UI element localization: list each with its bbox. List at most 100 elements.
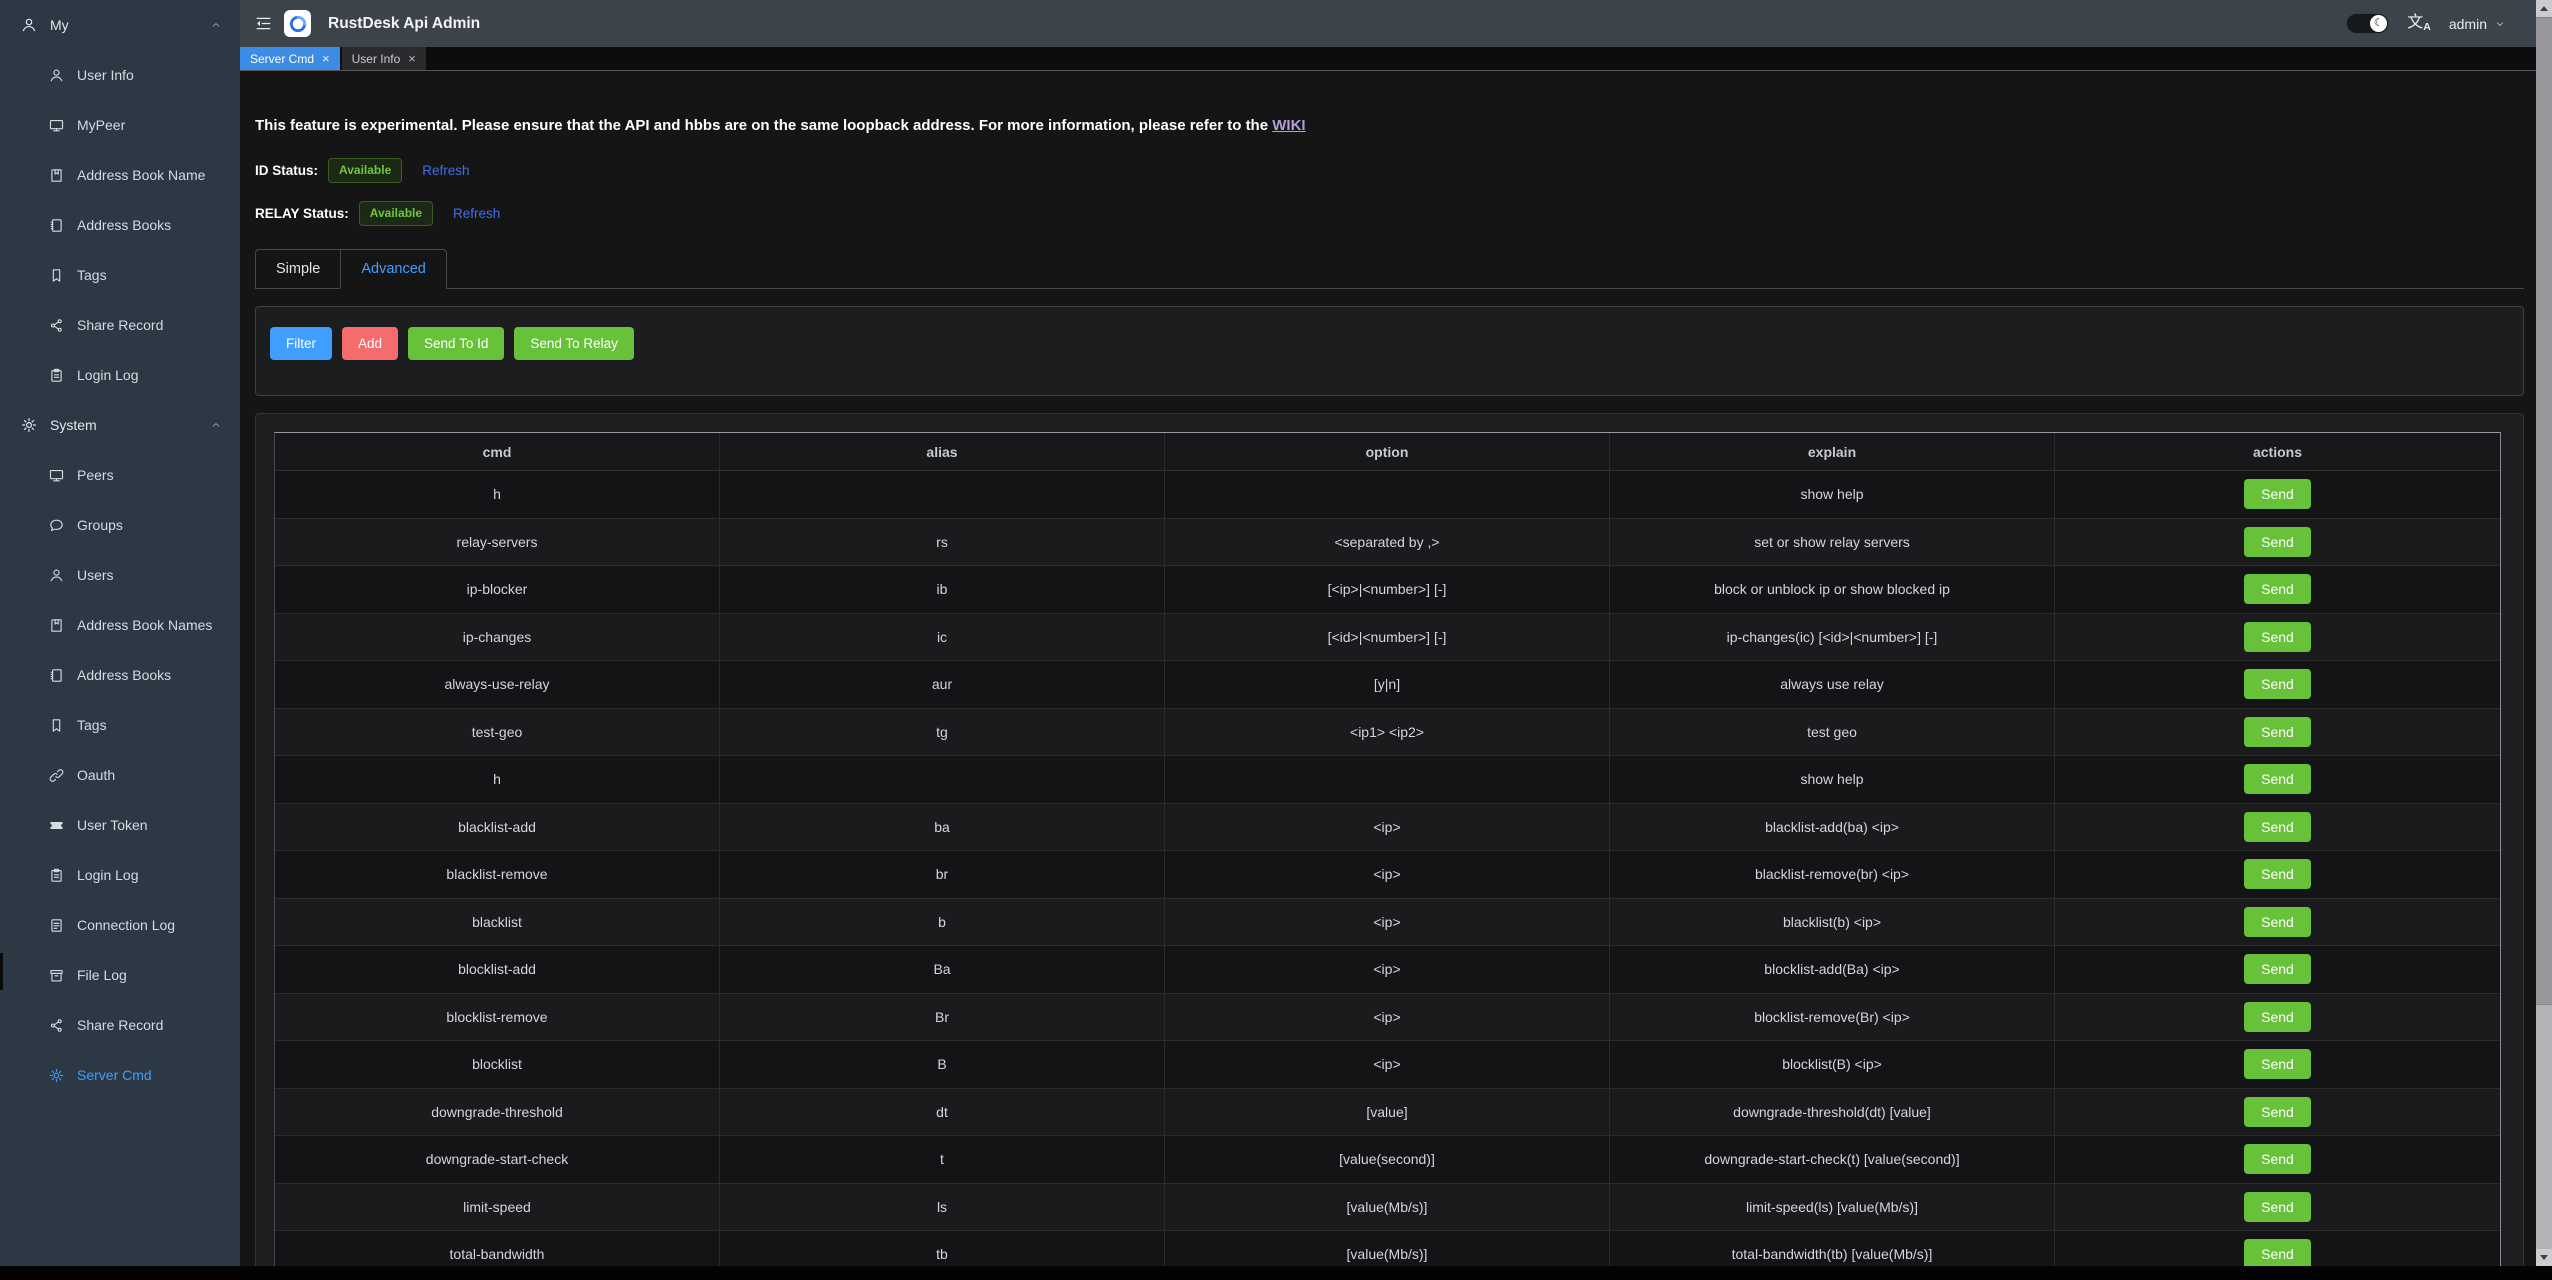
monitor-icon xyxy=(48,467,65,484)
cell-explain: total-bandwidth(tb) [value(Mb/s)] xyxy=(1610,1231,2055,1266)
cell-alias xyxy=(720,471,1165,519)
scroll-down-button[interactable] xyxy=(2536,1249,2552,1266)
sidebar: My User Info MyPeer Address Book Name Ad… xyxy=(0,0,240,1266)
cell-actions: Send xyxy=(2055,1041,2500,1089)
scrollbar-thumb[interactable] xyxy=(2536,17,2552,1005)
send-button[interactable]: Send xyxy=(2244,1192,2311,1222)
send-button[interactable]: Send xyxy=(2244,954,2311,984)
send-button[interactable]: Send xyxy=(2244,764,2311,794)
send-button[interactable]: Send xyxy=(2244,907,2311,937)
cell-cmd: blocklist-add xyxy=(275,946,720,994)
table-row: downgrade-threshold dt [value] downgrade… xyxy=(275,1089,2500,1137)
chevron-up-icon xyxy=(210,419,222,431)
theme-toggle[interactable]: ☾ xyxy=(2346,13,2389,34)
cell-explain: set or show relay servers xyxy=(1610,519,2055,567)
cell-alias: ls xyxy=(720,1184,1165,1232)
sidebar-item-mypeer[interactable]: MyPeer xyxy=(0,100,240,150)
sidebar-item-file-log[interactable]: File Log xyxy=(0,950,240,1000)
table-row: relay-servers rs <separated by ,> set or… xyxy=(275,519,2500,567)
sidebar-item-oauth[interactable]: Oauth xyxy=(0,750,240,800)
send-button[interactable]: Send xyxy=(2244,527,2311,557)
wiki-link[interactable]: WIKI xyxy=(1272,117,1305,134)
send-button[interactable]: Send xyxy=(2244,574,2311,604)
user-menu[interactable]: admin xyxy=(2449,16,2506,32)
cell-explain: show help xyxy=(1610,471,2055,519)
sidebar-item-server-cmd[interactable]: Server Cmd xyxy=(0,1050,240,1100)
cell-alias: ib xyxy=(720,566,1165,614)
view-mode-tabs: SimpleAdvanced xyxy=(255,249,2524,289)
send-to-id-button[interactable]: Send To Id xyxy=(408,327,504,360)
table-row: blocklist-remove Br <ip> blocklist-remov… xyxy=(275,994,2500,1042)
cell-option: [value(Mb/s)] xyxy=(1165,1184,1610,1232)
scroll-up-button[interactable] xyxy=(2536,0,2552,17)
table-row: blacklist-add ba <ip> blacklist-add(ba) … xyxy=(275,804,2500,852)
sidebar-item-address-book-name[interactable]: Address Book Name xyxy=(0,150,240,200)
cell-cmd: downgrade-threshold xyxy=(275,1089,720,1137)
sidebar-item-peers[interactable]: Peers xyxy=(0,450,240,500)
sidebar-item-address-books[interactable]: Address Books xyxy=(0,650,240,700)
notebook-icon xyxy=(48,667,65,684)
cell-option: <ip> xyxy=(1165,851,1610,899)
sidebar-item-groups[interactable]: Groups xyxy=(0,500,240,550)
add-button[interactable]: Add xyxy=(342,327,398,360)
sidebar-item-user-info[interactable]: User Info xyxy=(0,50,240,100)
relay-status-refresh-link[interactable]: Refresh xyxy=(453,206,500,221)
vertical-scrollbar[interactable] xyxy=(2536,0,2552,1266)
sidebar-item-tags[interactable]: Tags xyxy=(0,250,240,300)
notebook-icon xyxy=(48,217,65,234)
sidebar-item-connection-log[interactable]: Connection Log xyxy=(0,900,240,950)
experimental-notice: This feature is experimental. Please ens… xyxy=(255,117,2524,134)
view-tab-advanced[interactable]: Advanced xyxy=(340,249,447,289)
cell-explain: always use relay xyxy=(1610,661,2055,709)
sidebar-item-address-books[interactable]: Address Books xyxy=(0,200,240,250)
cell-alias: dt xyxy=(720,1089,1165,1137)
relay-status-label: RELAY Status: xyxy=(255,206,349,221)
sidebar-item-tags[interactable]: Tags xyxy=(0,700,240,750)
up-arrow-icon xyxy=(2540,6,2548,11)
send-button[interactable]: Send xyxy=(2244,812,2311,842)
filter-button[interactable]: Filter xyxy=(270,327,332,360)
send-button[interactable]: Send xyxy=(2244,479,2311,509)
table-row: blacklist-remove br <ip> blacklist-remov… xyxy=(275,851,2500,899)
send-button[interactable]: Send xyxy=(2244,622,2311,652)
cell-cmd: downgrade-start-check xyxy=(275,1136,720,1184)
book-icon xyxy=(48,167,65,184)
send-to-relay-button[interactable]: Send To Relay xyxy=(514,327,634,360)
id-status-refresh-link[interactable]: Refresh xyxy=(422,163,469,178)
sidebar-item-login-log[interactable]: Login Log xyxy=(0,850,240,900)
send-button[interactable]: Send xyxy=(2244,859,2311,889)
send-button[interactable]: Send xyxy=(2244,669,2311,699)
sidebar-section-system[interactable]: System xyxy=(0,400,240,450)
cell-cmd: relay-servers xyxy=(275,519,720,567)
book-icon xyxy=(48,617,65,634)
table-row: blocklist B <ip> blocklist(B) <ip> Send xyxy=(275,1041,2500,1089)
cell-actions: Send xyxy=(2055,709,2500,757)
send-button[interactable]: Send xyxy=(2244,1239,2311,1266)
table-row: test-geo tg <ip1> <ip2> test geo Send xyxy=(275,709,2500,757)
cell-cmd: h xyxy=(275,756,720,804)
fold-menu-icon[interactable] xyxy=(254,14,273,33)
sidebar-item-user-token[interactable]: User Token xyxy=(0,800,240,850)
tab-close-icon[interactable]: × xyxy=(408,52,416,65)
sidebar-item-share-record[interactable]: Share Record xyxy=(0,300,240,350)
cell-actions: Send xyxy=(2055,899,2500,947)
send-button[interactable]: Send xyxy=(2244,1049,2311,1079)
sidebar-section-my[interactable]: My xyxy=(0,0,240,50)
page-tab-user-info[interactable]: User Info × xyxy=(342,47,426,70)
page-tab-server-cmd[interactable]: Server Cmd × xyxy=(240,47,340,70)
send-button[interactable]: Send xyxy=(2244,1097,2311,1127)
table-card: cmdaliasoptionexplainactions h show help… xyxy=(255,413,2524,1266)
send-button[interactable]: Send xyxy=(2244,717,2311,747)
sidebar-item-login-log[interactable]: Login Log xyxy=(0,350,240,400)
sidebar-item-share-record[interactable]: Share Record xyxy=(0,1000,240,1050)
sidebar-item-users[interactable]: Users xyxy=(0,550,240,600)
cell-cmd: total-bandwidth xyxy=(275,1231,720,1266)
translate-icon[interactable]: 文A xyxy=(2407,15,2431,33)
view-tab-simple[interactable]: Simple xyxy=(255,249,340,289)
send-button[interactable]: Send xyxy=(2244,1002,2311,1032)
send-button[interactable]: Send xyxy=(2244,1144,2311,1174)
sidebar-item-address-book-names[interactable]: Address Book Names xyxy=(0,600,240,650)
page-tab-label: User Info xyxy=(352,52,401,66)
tab-close-icon[interactable]: × xyxy=(322,52,330,65)
chevron-down-icon xyxy=(2494,18,2506,30)
